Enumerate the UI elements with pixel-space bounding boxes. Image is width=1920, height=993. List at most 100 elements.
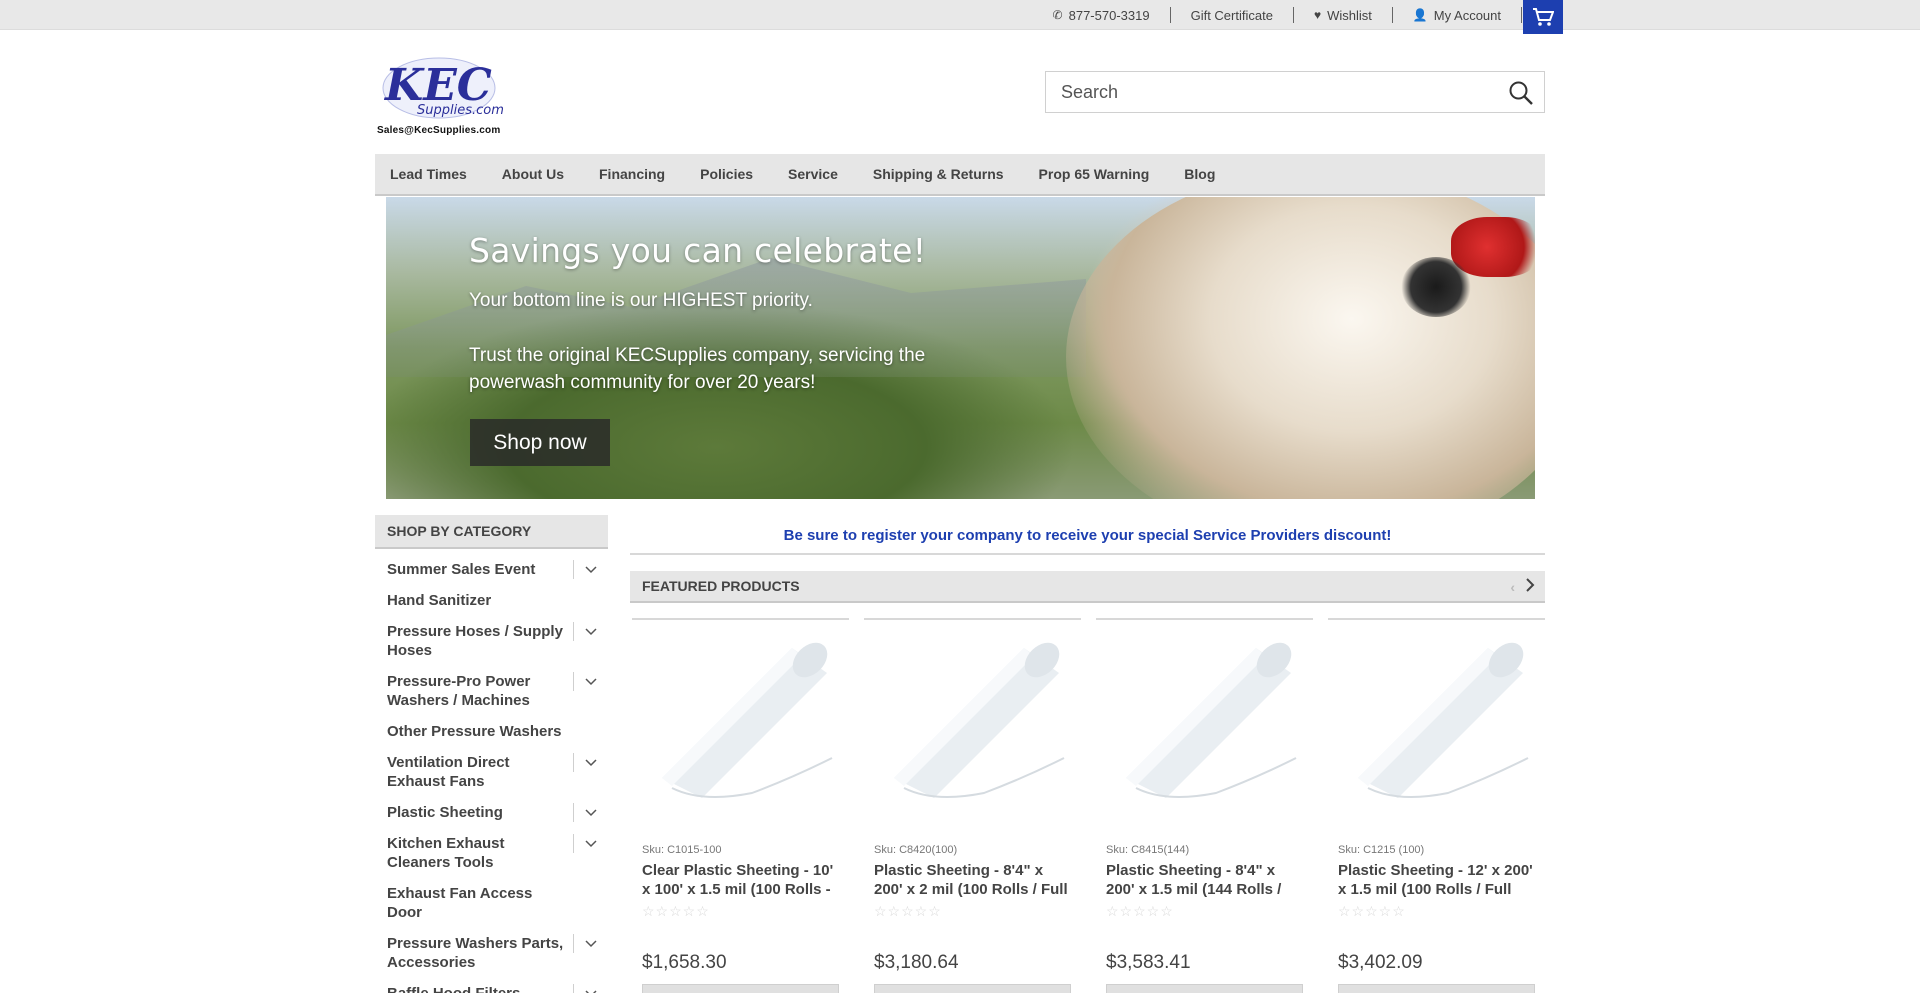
choose-options-button[interactable]	[874, 984, 1071, 993]
gift-certificate-link[interactable]: Gift Certificate	[1171, 7, 1294, 23]
product-card[interactable]: Sku: C1015-100 Clear Plastic Sheeting - …	[632, 618, 849, 993]
kec-supplies-logo-icon: KEC Supplies.com	[382, 57, 504, 119]
hero-subtitle: Your bottom line is our HIGHEST priority…	[469, 290, 813, 311]
carousel-prev-icon[interactable]: ‹	[1510, 579, 1515, 595]
expand-toggle[interactable]	[573, 560, 608, 579]
phone-link[interactable]: ✆ 877-570-3319	[1033, 7, 1171, 23]
hero-dog-nose	[1401, 257, 1471, 317]
expand-toggle[interactable]	[573, 753, 608, 772]
product-image[interactable]	[864, 620, 1081, 820]
product-price: $3,583.41	[1106, 952, 1191, 973]
category-label: Hand Sanitizer	[387, 592, 492, 609]
chevron-down-icon	[585, 627, 597, 635]
hero-title: Savings you can celebrate!	[469, 231, 927, 270]
nav-blog[interactable]: Blog	[1184, 166, 1215, 182]
category-item[interactable]: Other Pressure Washers	[375, 722, 608, 741]
site-logo[interactable]: KEC Supplies.com Sales@KecSupplies.com	[377, 50, 507, 140]
phone-icon: ✆	[1052, 8, 1063, 22]
product-image[interactable]	[1328, 620, 1545, 820]
account-link[interactable]: 👤 My Account	[1393, 7, 1522, 23]
expand-toggle[interactable]	[573, 672, 608, 691]
product-title[interactable]: Plastic Sheeting - 12' x 200' x 1.5 mil …	[1338, 861, 1538, 901]
category-item[interactable]: Ventilation Direct Exhaust Fans	[375, 753, 608, 791]
register-promo-link[interactable]: Be sure to register your company to rece…	[630, 527, 1545, 544]
expand-toggle[interactable]	[573, 834, 608, 853]
svg-text:Supplies.com: Supplies.com	[417, 103, 504, 118]
product-price: $3,180.64	[874, 952, 959, 973]
product-sku: Sku: C1015-100	[642, 844, 722, 856]
chevron-down-icon	[585, 808, 597, 816]
category-label: Plastic Sheeting	[387, 804, 503, 821]
category-item[interactable]: Exhaust Fan Access Door	[375, 884, 608, 922]
category-item[interactable]: Plastic Sheeting	[375, 803, 608, 822]
expand-toggle[interactable]	[573, 803, 608, 822]
category-label: Pressure Hoses / Supply Hoses	[387, 623, 563, 659]
chevron-down-icon	[585, 839, 597, 847]
expand-toggle[interactable]	[573, 622, 608, 641]
logo-email: Sales@KecSupplies.com	[377, 125, 501, 136]
category-item[interactable]: Pressure Hoses / Supply Hoses	[375, 622, 608, 660]
phone-number: 877-570-3319	[1068, 7, 1150, 23]
carousel-next-icon[interactable]	[1523, 577, 1537, 593]
category-label: Pressure Washers Parts, Accessories	[387, 935, 564, 971]
product-title[interactable]: Plastic Sheeting - 8'4" x 200' x 2 mil (…	[874, 861, 1074, 901]
plastic-roll-image	[894, 642, 1065, 798]
main-nav: Lead Times About Us Financing Policies S…	[375, 154, 1545, 196]
nav-service[interactable]: Service	[788, 166, 838, 182]
product-sku: Sku: C8420(100)	[874, 844, 958, 856]
plastic-roll-image	[1358, 642, 1529, 798]
plastic-roll-image	[662, 642, 833, 798]
product-card[interactable]: Sku: C1215 (100) Plastic Sheeting - 12' …	[1328, 618, 1545, 993]
wishlist-link[interactable]: ♥ Wishlist	[1294, 7, 1393, 23]
account-label: My Account	[1433, 7, 1501, 23]
product-sku: Sku: C8415(144)	[1106, 844, 1190, 856]
category-label: Exhaust Fan Access Door	[387, 885, 533, 921]
category-item[interactable]: Baffle Hood Filters	[375, 984, 608, 993]
category-item[interactable]: Pressure Washers Parts, Accessories	[375, 934, 608, 972]
chevron-down-icon	[585, 677, 597, 685]
nav-policies[interactable]: Policies	[700, 166, 753, 182]
search-box	[1045, 71, 1545, 113]
category-item[interactable]: Hand Sanitizer	[375, 591, 608, 610]
choose-options-button[interactable]	[642, 984, 839, 993]
nav-about-us[interactable]: About Us	[502, 166, 564, 182]
chevron-down-icon	[585, 939, 597, 947]
nav-prop65[interactable]: Prop 65 Warning	[1039, 166, 1150, 182]
nav-financing[interactable]: Financing	[599, 166, 665, 182]
category-item[interactable]: Kitchen Exhaust Cleaners Tools	[375, 834, 608, 872]
category-item[interactable]: Pressure-Pro Power Washers / Machines	[375, 672, 608, 710]
divider	[630, 553, 1545, 555]
chevron-down-icon	[585, 758, 597, 766]
cart-icon	[1533, 8, 1554, 26]
category-list: Summer Sales Event Hand Sanitizer Pressu…	[375, 560, 608, 993]
choose-options-button[interactable]	[1338, 984, 1535, 993]
product-title[interactable]: Clear Plastic Sheeting - 10' x 100' x 1.…	[642, 861, 842, 901]
expand-toggle[interactable]	[573, 984, 608, 993]
product-sku: Sku: C1215 (100)	[1338, 844, 1425, 856]
shop-now-button[interactable]: Shop now	[470, 419, 610, 466]
user-icon: 👤	[1412, 8, 1428, 22]
choose-options-button[interactable]	[1106, 984, 1303, 993]
category-heading: SHOP BY CATEGORY	[375, 515, 608, 549]
rating-stars: ☆☆☆☆☆	[1338, 903, 1406, 919]
cart-button[interactable]	[1523, 0, 1563, 34]
product-image[interactable]	[1096, 620, 1313, 820]
featured-products-heading: FEATURED PRODUCTS ‹	[630, 571, 1545, 603]
hero-text: Trust the original KECSupplies company, …	[469, 345, 926, 393]
nav-shipping-returns[interactable]: Shipping & Returns	[873, 166, 1004, 182]
expand-toggle[interactable]	[573, 934, 608, 953]
product-price: $3,402.09	[1338, 952, 1423, 973]
gift-certificate-label: Gift Certificate	[1190, 7, 1273, 23]
chevron-down-icon	[585, 989, 597, 993]
utility-bar: ✆ 877-570-3319 Gift Certificate ♥ Wishli…	[0, 0, 1920, 34]
chevron-down-icon	[585, 565, 597, 573]
search-icon[interactable]	[1508, 80, 1534, 106]
product-card[interactable]: Sku: C8420(100) Plastic Sheeting - 8'4" …	[864, 618, 1081, 993]
nav-lead-times[interactable]: Lead Times	[390, 166, 467, 182]
product-card[interactable]: Sku: C8415(144) Plastic Sheeting - 8'4" …	[1096, 618, 1313, 993]
product-title[interactable]: Plastic Sheeting - 8'4" x 200' x 1.5 mil…	[1106, 861, 1306, 901]
search-input[interactable]	[1046, 72, 1496, 112]
product-image[interactable]	[632, 620, 849, 820]
category-item[interactable]: Summer Sales Event	[375, 560, 608, 579]
featured-products-title: FEATURED PRODUCTS	[642, 578, 800, 594]
